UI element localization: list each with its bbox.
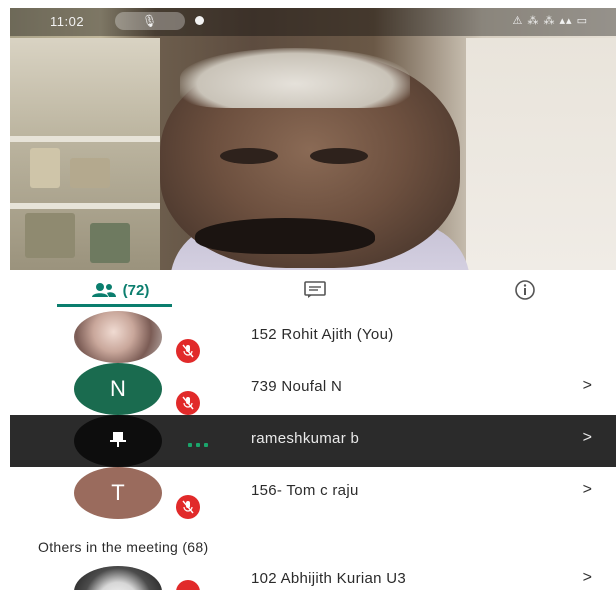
chevron-right-icon[interactable]: > bbox=[583, 429, 592, 447]
speaking-indicator-icon bbox=[188, 443, 208, 447]
mic-off-icon bbox=[176, 339, 200, 363]
participant-row[interactable]: N 739 Noufal N > bbox=[10, 363, 616, 415]
chevron-right-icon[interactable]: > bbox=[583, 377, 592, 395]
person-hair bbox=[180, 48, 410, 108]
avatar-letter: T bbox=[111, 480, 125, 505]
person-mustache bbox=[195, 218, 375, 254]
mic-icon: 🎙 bbox=[142, 14, 158, 28]
background-wall bbox=[466, 38, 616, 270]
avatar: T bbox=[74, 467, 162, 519]
participant-row[interactable]: T 156- Tom c raju > bbox=[10, 467, 616, 519]
video-feed[interactable] bbox=[10, 8, 616, 270]
background-shelf bbox=[10, 38, 160, 270]
chevron-right-icon[interactable]: > bbox=[583, 481, 592, 499]
tab-info[interactable] bbox=[480, 270, 570, 310]
pin-icon bbox=[109, 428, 127, 454]
active-tab-indicator bbox=[57, 304, 172, 307]
avatar bbox=[74, 415, 162, 467]
tab-chat[interactable] bbox=[270, 270, 360, 310]
system-indicators: ⚠ ⁂ ⁂ ▴▴ ▭ bbox=[512, 15, 588, 27]
participant-row[interactable]: rameshkumar b > bbox=[10, 415, 616, 467]
participant-name: rameshkumar b bbox=[251, 430, 360, 447]
others-section-title: Others in the meeting (68) bbox=[38, 539, 209, 555]
avatar: N bbox=[74, 363, 162, 415]
participant-name: 102 Abhijith Kurian U3 bbox=[251, 570, 407, 587]
participant-name: 152 Rohit Ajith (You) bbox=[251, 326, 394, 343]
avatar-letter: N bbox=[110, 376, 126, 401]
people-icon bbox=[91, 282, 117, 298]
participant-name: 156- Tom c raju bbox=[251, 482, 359, 499]
status-bar: 11:02 🎙 ⚠ ⁂ ⁂ ▴▴ ▭ bbox=[10, 8, 616, 36]
person-eye-right bbox=[310, 148, 368, 164]
mic-off-icon bbox=[176, 391, 200, 415]
info-icon bbox=[514, 279, 536, 301]
mic-off-icon bbox=[176, 495, 200, 519]
avatar bbox=[74, 311, 162, 363]
participant-name: 739 Noufal N bbox=[251, 378, 343, 395]
participant-row[interactable]: 152 Rohit Ajith (You) bbox=[10, 311, 616, 363]
mic-off-icon bbox=[176, 580, 200, 590]
chat-icon bbox=[304, 281, 326, 299]
chevron-right-icon[interactable]: > bbox=[583, 569, 592, 587]
avatar bbox=[74, 566, 162, 590]
settings-dot-icon bbox=[195, 16, 204, 25]
person-eye-left bbox=[220, 148, 278, 164]
participant-row[interactable]: 102 Abhijith Kurian U3 > bbox=[10, 566, 616, 590]
people-count: (72) bbox=[122, 281, 150, 299]
status-time: 11:02 bbox=[50, 14, 85, 29]
